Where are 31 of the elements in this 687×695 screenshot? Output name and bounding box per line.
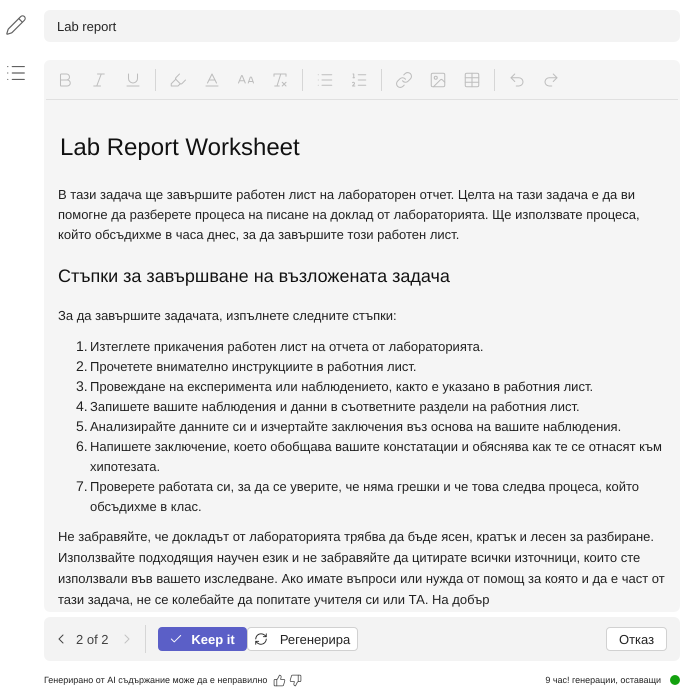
step-number: 1. [76, 337, 89, 355]
step-text: Прочетете внимателно инструкциите в работния лист. [90, 358, 418, 376]
step-number: 4. [76, 397, 89, 415]
step-number: 6. [76, 437, 89, 455]
ai-disclaimer: Генерирано от AI съдържание може да е неправилно [44, 675, 268, 685]
cancel-button[interactable]: Отказ [606, 627, 667, 651]
section-heading: Стъпки за завършване на възложената задача [58, 265, 450, 288]
pencil-icon [5, 14, 27, 36]
remaining-generations: 9 час! генерации, оставащи [545, 675, 661, 685]
thumbs-up-icon[interactable] [273, 674, 286, 686]
step-text: Проверете работата си, за да се уверите, че няма грешки и че това следва процеса, който обсъдихме в клас. [90, 478, 640, 516]
title-field[interactable]: Lab report [44, 10, 680, 42]
keep-button[interactable]: Keep it [158, 627, 247, 651]
lead-text: За да завършите задачата, изпълнете следните стъпки: [58, 307, 397, 325]
status-dot-icon [670, 675, 680, 685]
thumbs-down-icon[interactable] [289, 674, 302, 686]
step-number: 3. [76, 377, 89, 395]
refresh-icon [254, 632, 268, 646]
closing-paragraph: Не забравяйте, че докладът от лабораторията трябва да бъде ясен, кратък и лесен за разбиране. Използвайте подходящия научен език и не забравяйте да цитирате всички източници, които сте използвали във вашето изследване. Ако имате въпроси или нужда от помощ за която и да е част от тази задача, не се колебайте да попитате учителя си или ТА. На добър [58, 528, 666, 609]
step-number: 7. [76, 477, 89, 495]
step-text: Изтеглете прикачения работен лист на отчета от лабораторията. [90, 338, 485, 356]
page-counter: 2 of 2 [76, 632, 109, 646]
regenerate-button[interactable]: Регенерира [246, 627, 358, 651]
step-number: 5. [76, 417, 89, 435]
step-text: Анализирайте данните си и изчертайте заключения въз основа на вашите наблюдения. [90, 418, 622, 436]
step-text: Запишете вашите наблюдения и данни в съответните раздели на работния лист. [90, 398, 581, 416]
step-text: Напишете заключение, което обобщава вашите констатации и обяснява как те се отнасят към хипотезата. [90, 438, 663, 476]
step-text: Провеждане на експеримента или наблюдението, както е указано в работния лист. [90, 378, 594, 396]
step-number: 2. [76, 357, 89, 375]
document-heading: Lab Report Worksheet [60, 133, 301, 163]
intro-paragraph: В тази задача ще завършите работен лист на лабораторен отчет. Целта на тази задача е да ви помогне да разберете процеса на писане на доклад от лабораторията. Ще използвате процеса, който обсъдихме в часа днес, за да завършите този работен лист. [58, 186, 641, 244]
